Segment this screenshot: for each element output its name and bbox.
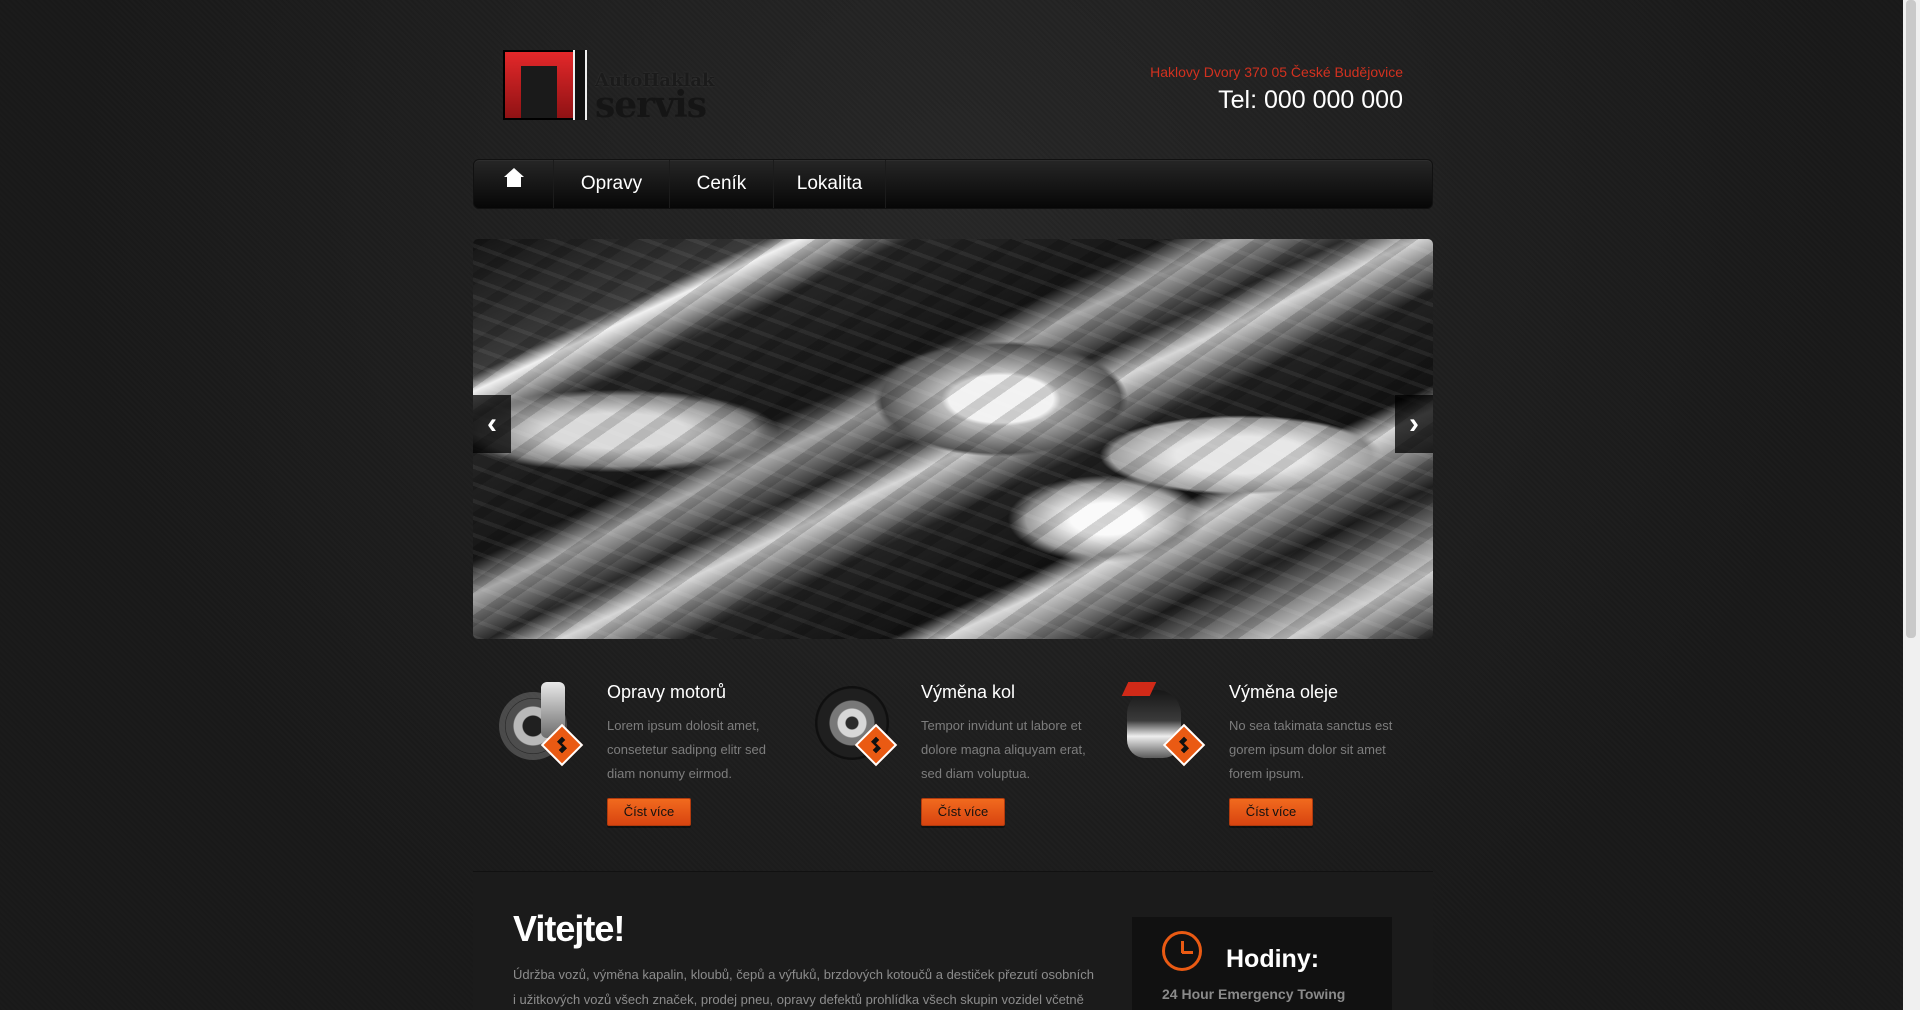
vertical-scrollbar[interactable] [1903,0,1920,1010]
scrollbar-thumb[interactable] [1906,0,1916,638]
welcome-text: Údržba vozů, výměna kapalin, kloubů, čep… [513,967,1094,1007]
welcome-title: Vitejte! [513,908,625,949]
main-navigation: Opravy Ceník Lokalita [473,159,1433,209]
feature-engine-repair: Opravy motorů Lorem ipsum dolosit amet, … [497,670,797,830]
read-more-button[interactable]: Číst více [921,798,1005,826]
read-more-button[interactable]: Číst více [607,798,691,826]
clock-icon [1162,931,1202,971]
feature-title: Opravy motorů [607,682,727,702]
phone-number: Tel: 000 000 000 [1218,86,1403,114]
engine-repair-icon [497,682,589,774]
hours-subtitle: 24 Hour Emergency Towing [1162,986,1346,1002]
address-text: Haklovy Dvory 370 05 České Budějovice [1150,64,1403,80]
feature-oil-change: Výměna oleje No sea takimata sanctus est… [1119,670,1419,830]
slider-prev-button[interactable]: ‹ [473,395,511,453]
nav-item-lokalita[interactable]: Lokalita [774,160,886,208]
logo-side [573,50,587,120]
hours-title: Hodiny: [1226,945,1320,973]
nav-item-cenik[interactable]: Ceník [670,160,774,208]
nav-home[interactable] [474,160,554,208]
read-more-button[interactable]: Číst více [1229,798,1313,826]
home-icon [504,168,524,193]
feature-description: Lorem ipsum dolosit amet, consetetur sad… [607,718,766,781]
site-header: AutoHaklak servis Haklovy Dvory 370 05 Č… [473,0,1433,160]
contact-info: Haklovy Dvory 370 05 České Budějovice Te… [1150,64,1403,115]
feature-description: No sea takimata sanctus est gorem ipsum … [1229,718,1393,781]
nav-item-opravy[interactable]: Opravy [554,160,670,208]
logo-text-secondary: servis [595,84,707,126]
hours-box: Hodiny: 24 Hour Emergency Towing [1132,917,1392,1010]
page: AutoHaklak servis Haklovy Dvory 370 05 Č… [0,0,1903,1010]
main-container: AutoHaklak servis Haklovy Dvory 370 05 Č… [473,0,1433,1010]
feature-title: Výměna kol [921,682,1016,702]
feature-description: Tempor invidunt ut labore et dolore magn… [921,718,1086,781]
feature-section: Opravy motorů Lorem ipsum dolosit amet, … [473,670,1433,840]
feature-title: Výměna oleje [1229,682,1339,702]
wheel-icon [811,682,903,774]
feature-wheel-change: Výměna kol Tempor invidunt ut labore et … [811,670,1111,830]
slider-next-button[interactable]: › [1395,395,1433,453]
welcome-panel: Vitejte! Údržba vozů, výměna kapalin, kl… [473,871,1433,1010]
site-logo[interactable]: AutoHaklak servis [503,50,715,126]
logo-mark [503,50,575,120]
oil-can-icon [1119,682,1211,774]
logo-inner [521,66,557,118]
hero-slider: ‹ › [473,239,1433,639]
